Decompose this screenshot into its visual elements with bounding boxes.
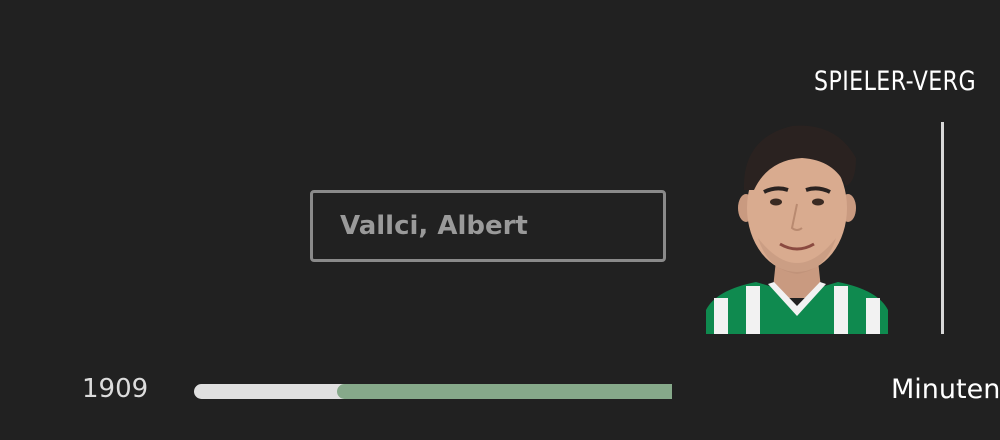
player-select-value: Vallci, Albert (340, 211, 528, 241)
player-portrait-image (706, 125, 888, 334)
stat-label: Minuten (891, 374, 1000, 405)
player-photo (706, 120, 888, 334)
stat-value: 1909 (82, 374, 149, 404)
column-divider (941, 122, 944, 334)
stat-bar-fill (337, 384, 672, 399)
stat-bar-track (194, 384, 672, 399)
player-comparison-panel: SPIELER-VERG Vallci, Albert 1909 Minuten (0, 0, 1000, 440)
player-select-dropdown[interactable]: Vallci, Albert (310, 190, 666, 262)
section-title: SPIELER-VERG (814, 66, 977, 97)
